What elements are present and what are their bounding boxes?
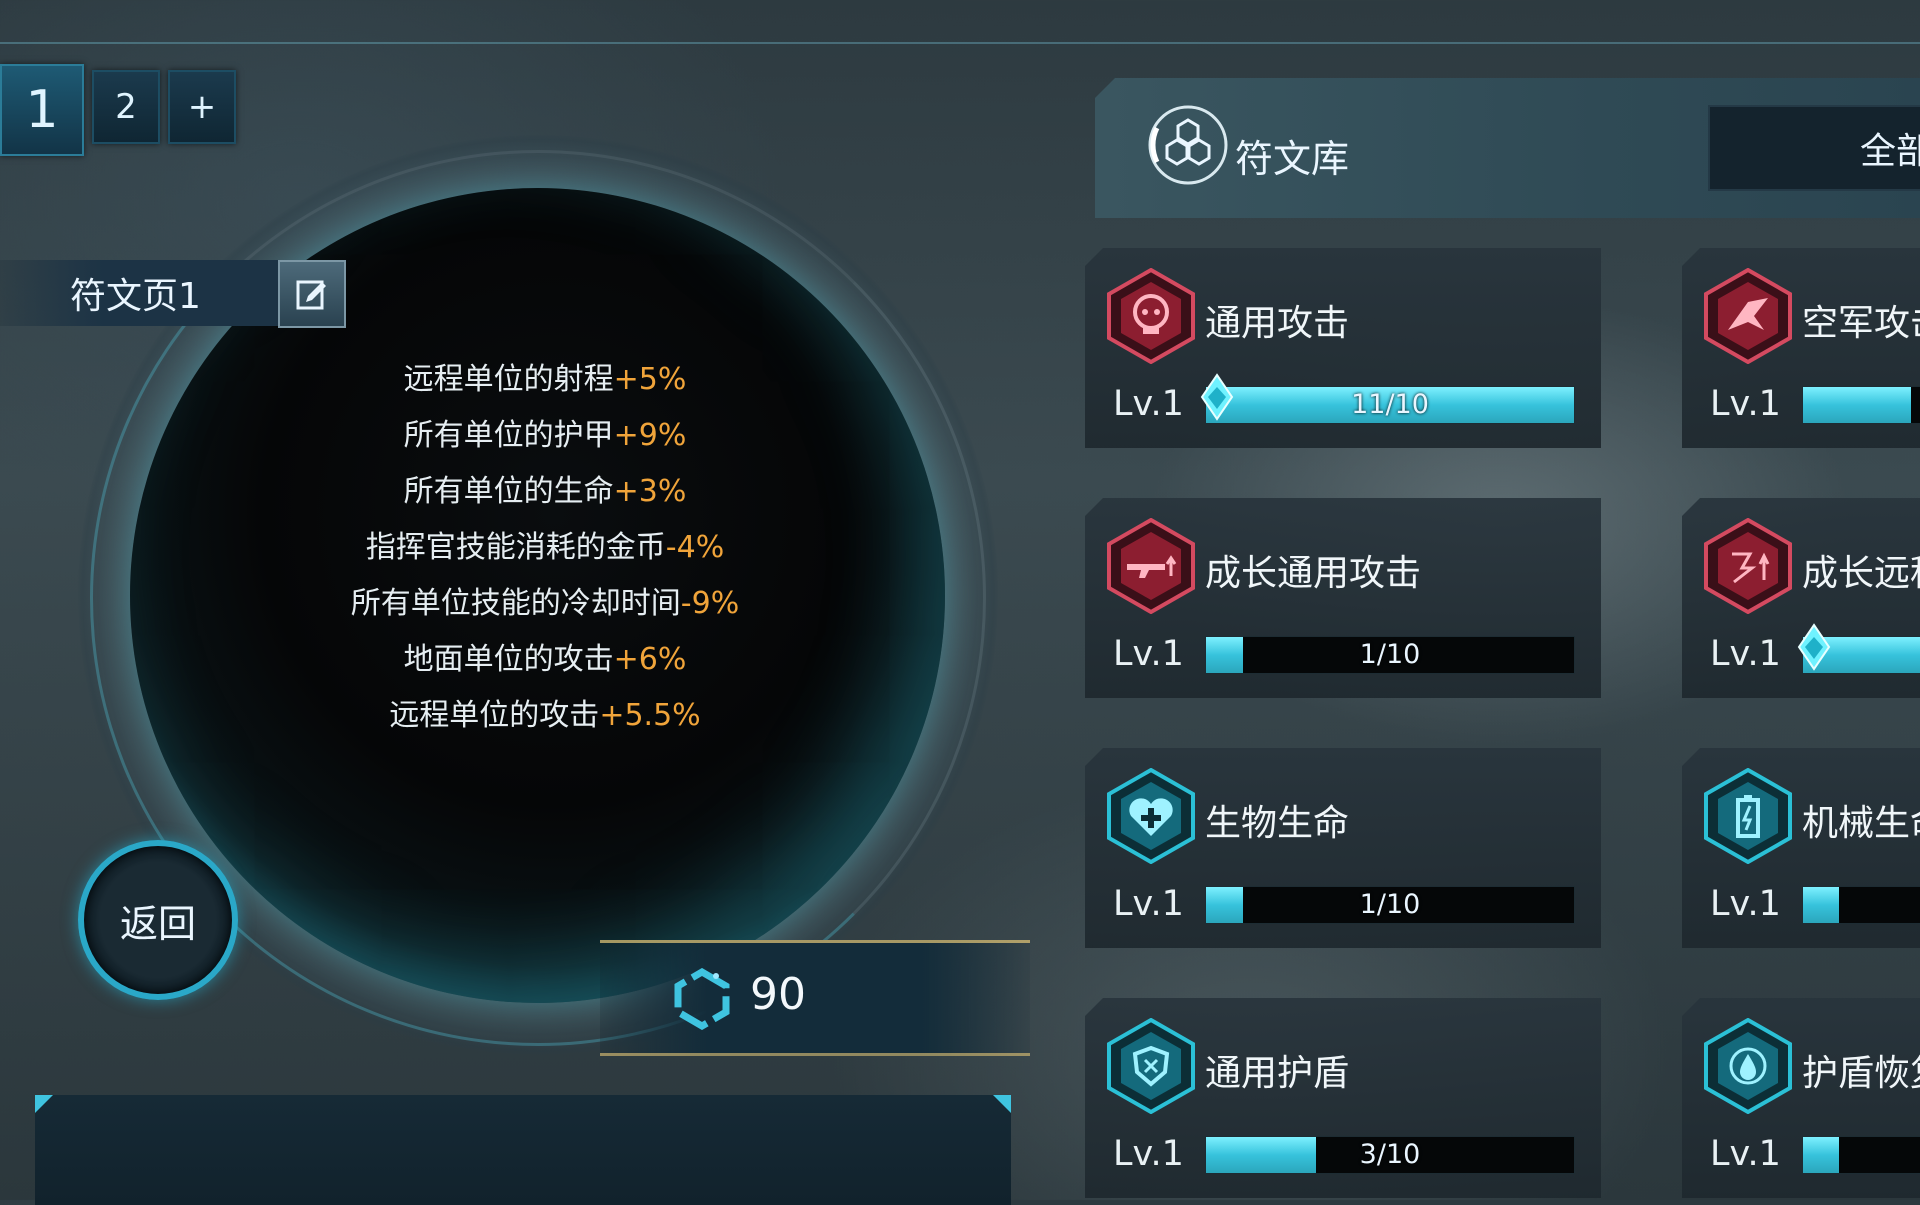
rune-progress-bar: 11/10 [1200,373,1575,424]
rune-level: Lv.1 [1710,384,1781,424]
rune-progress-bar [1797,623,1920,674]
rune-card[interactable]: 空军攻击 Lv.1 [1682,248,1920,448]
max-gem-icon [1797,623,1831,671]
add-page-label: + [187,87,217,127]
rune-progress-bar [1802,1136,1920,1174]
skull-icon [1107,268,1195,364]
rune-progress-bar [1802,386,1920,424]
rune-bonus-list: 远程单位的射程+5% 所有单位的护甲+9% 所有单位的生命+3% 指挥官技能消耗… [270,352,820,744]
rune-level: Lv.1 [1113,634,1184,674]
rune-name: 成长通用攻击 [1205,553,1422,594]
edit-page-name-button[interactable] [278,260,346,328]
rune-progress-fill [1803,1137,1839,1173]
rune-progress-text: 11/10 [1351,389,1429,420]
rune-progress-bar: 1/10 [1205,886,1575,924]
bonus-item: 所有单位的护甲+9% [403,418,687,453]
rune-filter-dropdown[interactable]: 全部 [1708,105,1920,191]
rune-card[interactable]: 机械生命 Lv.1 [1682,748,1920,948]
rune-points-icon [674,968,730,1030]
heart-plus-icon [1107,768,1195,864]
rune-name: 空军攻击 [1802,303,1920,344]
rune-progress-text: 1/10 [1359,889,1421,920]
rune-level: Lv.1 [1710,1134,1781,1174]
back-button[interactable]: 返回 [78,840,238,1000]
rune-name: 成长远程 [1802,553,1920,594]
bonus-item: 地面单位的攻击+6% [403,642,687,677]
rune-card[interactable]: 成长远程 Lv.1 [1682,498,1920,698]
rune-points-value: 90 [750,969,806,1020]
rifle-icon [1107,518,1195,614]
rune-page-name: 符文页1 [70,276,201,317]
rune-level: Lv.1 [1113,884,1184,924]
top-divider [0,42,1920,44]
rune-filter-label: 全部 [1860,131,1920,172]
back-button-label: 返回 [119,901,196,946]
rune-card[interactable]: 通用攻击 Lv.1 11/10 [1085,248,1601,448]
page-tab-1[interactable]: 1 [0,64,84,156]
page-tab-2[interactable]: 2 [92,70,160,144]
rune-card[interactable]: 通用护盾 Lv.1 3/10 [1085,998,1601,1198]
rune-progress-bar [1802,886,1920,924]
add-page-button[interactable]: + [168,70,236,144]
bonus-item: 远程单位的攻击+5.5% [389,698,701,733]
ranged-icon [1704,518,1792,614]
rune-card[interactable]: 护盾恢复 Lv.1 [1682,998,1920,1198]
rune-level: Lv.1 [1710,634,1781,674]
rune-library-title: 符文库 [1235,137,1350,181]
shield-icon [1107,1018,1195,1114]
rune-name: 通用护盾 [1205,1053,1350,1094]
rune-page-title-bar: 符文页1 [0,260,346,328]
rune-library-icon [1148,105,1228,185]
corner-marker-left [35,1095,53,1113]
rune-progress-fill [1803,887,1839,923]
rune-level: Lv.1 [1113,1134,1184,1174]
rune-name: 机械生命 [1802,803,1920,844]
bonus-item: 所有单位的生命+3% [403,474,687,509]
rune-library-header: 符文库 全部 [1095,78,1920,218]
corner-marker-right [993,1095,1011,1113]
rune-progress-bar: 1/10 [1205,636,1575,674]
rune-progress-bar: 3/10 [1205,1136,1575,1174]
rune-name: 生物生命 [1205,803,1350,844]
rune-name: 通用攻击 [1205,303,1350,344]
rune-progress-text: 1/10 [1359,639,1421,670]
pencil-icon [296,280,326,310]
rune-progress-fill [1803,387,1911,423]
aircraft-icon [1704,268,1792,364]
rune-name: 护盾恢复 [1802,1053,1920,1094]
drop-icon [1704,1018,1792,1114]
rune-card[interactable]: 生物生命 Lv.1 1/10 [1085,748,1601,948]
battery-icon [1704,768,1792,864]
bonus-item: 所有单位技能的冷却时间-9% [350,586,740,621]
page-tab-2-label: 2 [115,87,137,127]
rune-level: Lv.1 [1113,384,1184,424]
rune-level: Lv.1 [1710,884,1781,924]
page-tab-1-label: 1 [25,80,59,140]
rune-card[interactable]: 成长通用攻击 Lv.1 1/10 [1085,498,1601,698]
rune-page-tabs: 1 2 + [0,64,236,156]
bonus-item: 指挥官技能消耗的金币-4% [365,530,725,565]
bottom-panel [35,1095,1011,1205]
bonus-item: 远程单位的射程+5% [403,362,687,397]
rune-progress-text: 3/10 [1359,1139,1421,1170]
rune-points-display: 90 [600,940,1030,1056]
